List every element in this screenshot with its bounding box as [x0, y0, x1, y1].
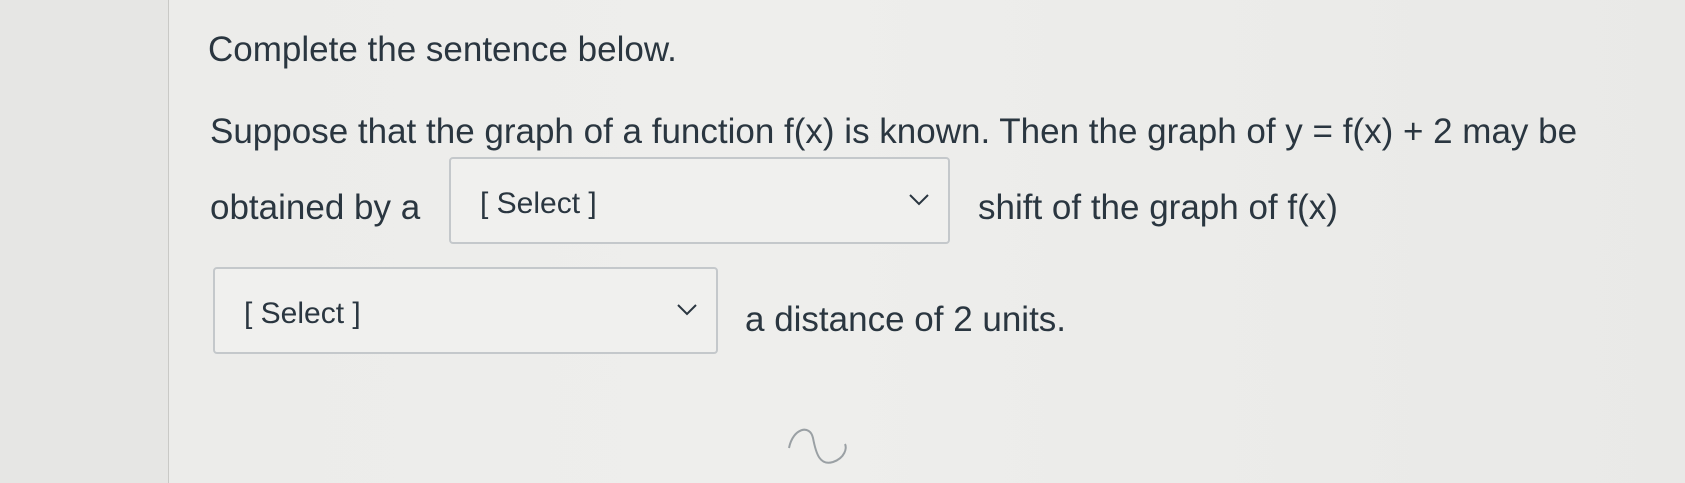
question-line-2-before: obtained by a — [210, 188, 421, 227]
shift-direction-select[interactable]: [ Select ] — [449, 157, 950, 244]
shift-direction-select-label: [ Select ] — [480, 187, 597, 220]
question-line-3: a distance of 2 units. — [745, 300, 1067, 339]
shift-orientation-select-label: [ Select ] — [244, 297, 361, 330]
chevron-down-icon — [677, 304, 697, 316]
question-title: Complete the sentence below. — [208, 30, 677, 69]
question-line-1: Suppose that the graph of a function f(x… — [210, 112, 1578, 151]
question-line-2-after: shift of the graph of f(x) — [978, 188, 1338, 227]
chevron-down-icon — [909, 194, 929, 206]
shift-orientation-select[interactable]: [ Select ] — [213, 267, 718, 354]
cursor-squiggle-icon — [788, 428, 847, 464]
